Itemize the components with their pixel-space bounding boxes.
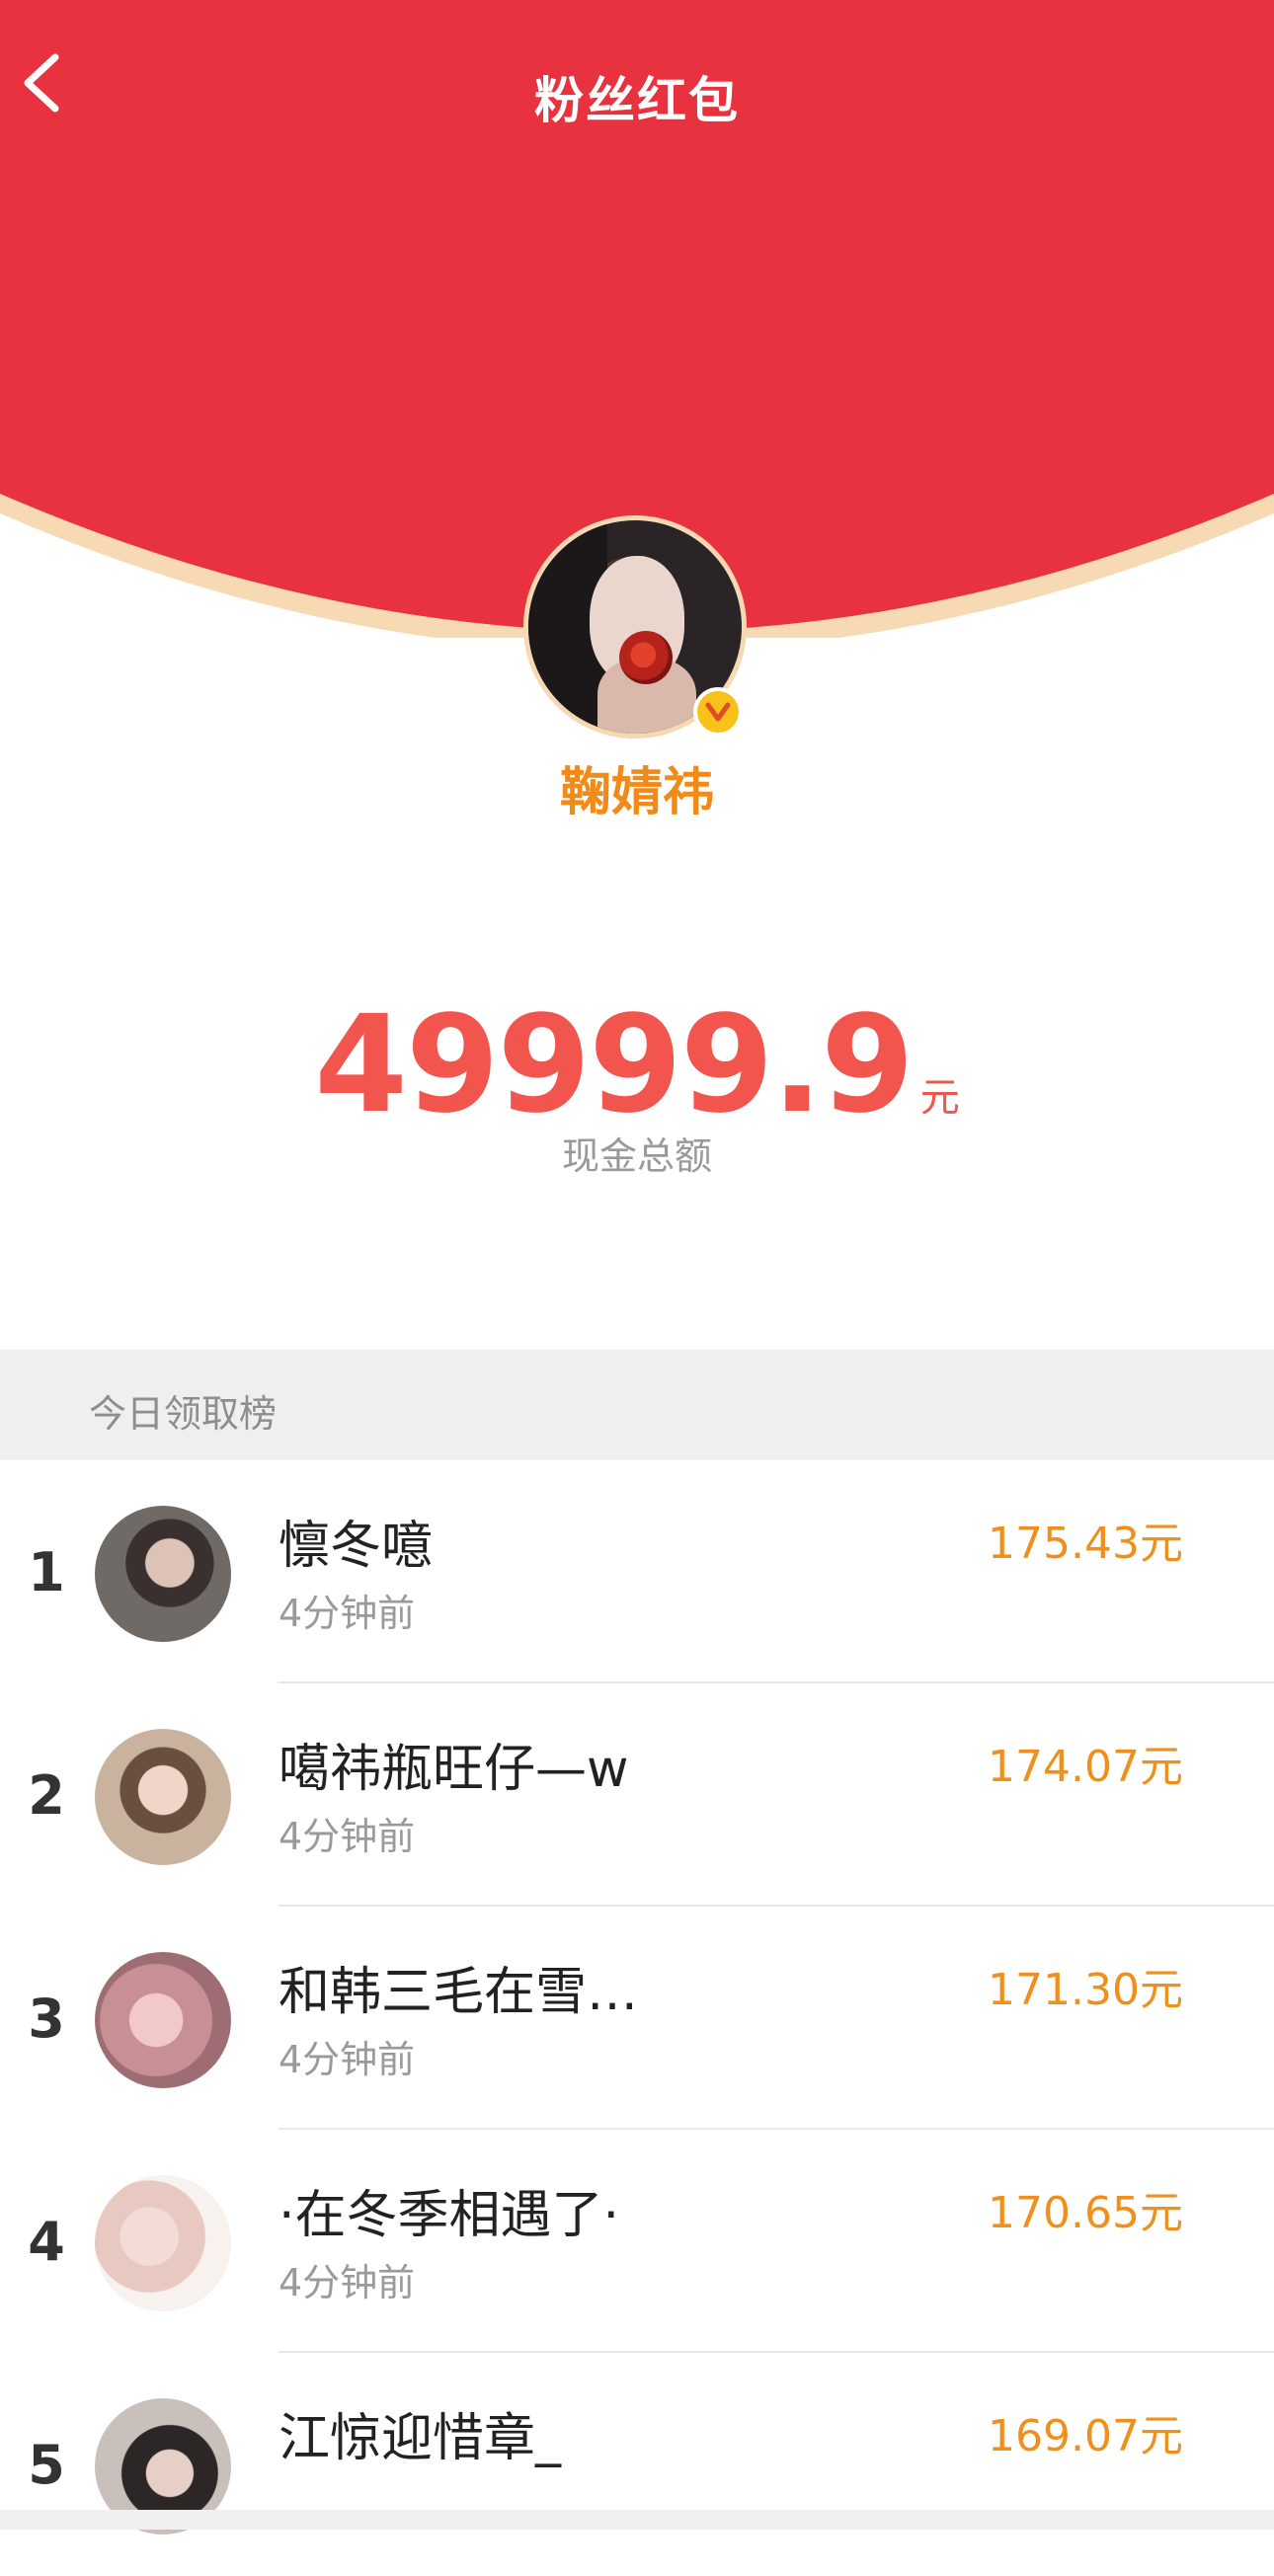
bottom-edge (0, 2510, 1274, 2530)
avatar[interactable] (95, 1506, 231, 1642)
rank-number: 5 (28, 2434, 65, 2496)
claim-time: 4分钟前 (279, 1815, 416, 1858)
claim-amount: 171.30元 (988, 1965, 1183, 2015)
amount-unit: 元 (919, 1075, 960, 1121)
user-name: 和韩三毛在雪… (279, 1963, 639, 2022)
list-item[interactable]: 3 和韩三毛在雪… 4分钟前 171.30元 (0, 1907, 1274, 2130)
claim-amount: 174.07元 (988, 1742, 1183, 1792)
claim-amount: 170.65元 (988, 2188, 1183, 2238)
avatar-rose (619, 631, 673, 684)
list-item[interactable]: 1 懔冬噫 4分钟前 175.43元 (0, 1460, 1274, 1683)
list-item[interactable]: 5 江惊迎惜章_ 169.07元 (0, 2353, 1274, 2576)
list-item[interactable]: 4 ·在冬季相遇了· 4分钟前 170.65元 (0, 2130, 1274, 2353)
rank-number: 1 (28, 1541, 65, 1603)
claim-time: 4分钟前 (279, 2038, 416, 2081)
user-name: 懔冬噫 (279, 1517, 434, 1576)
page-title: 粉丝红包 (534, 72, 740, 129)
list-item[interactable]: 2 噶祎瓶旺仔—w 4分钟前 174.07元 (0, 1683, 1274, 1907)
amount-value: 49999.9 (314, 987, 914, 1143)
ranking-header: 今日领取榜 (0, 1350, 1274, 1460)
rank-number: 3 (28, 1988, 65, 2050)
ranking-title: 今日领取榜 (89, 1392, 278, 1436)
user-name: 江惊迎惜章_ (279, 2409, 562, 2468)
verified-v-icon (693, 687, 743, 737)
claim-time: 4分钟前 (279, 1592, 416, 1635)
rank-number: 4 (28, 2211, 65, 2273)
amount-label: 现金总额 (561, 1134, 712, 1178)
total-amount: 49999.9 元 (0, 987, 1274, 1143)
rank-number: 2 (28, 1764, 65, 1827)
user-name: 噶祎瓶旺仔—w (279, 1740, 629, 1799)
host-name[interactable]: 鞠婧祎 (0, 750, 1274, 824)
claim-amount: 169.07元 (988, 2411, 1183, 2461)
claim-time: 4分钟前 (279, 2261, 416, 2304)
claim-amount: 175.43元 (988, 1519, 1183, 1569)
verified-v-glyph (705, 702, 731, 722)
user-name: ·在冬季相遇了· (279, 2186, 620, 2245)
avatar[interactable] (95, 1729, 231, 1865)
avatar[interactable] (95, 1952, 231, 2088)
avatar[interactable] (95, 2175, 231, 2311)
